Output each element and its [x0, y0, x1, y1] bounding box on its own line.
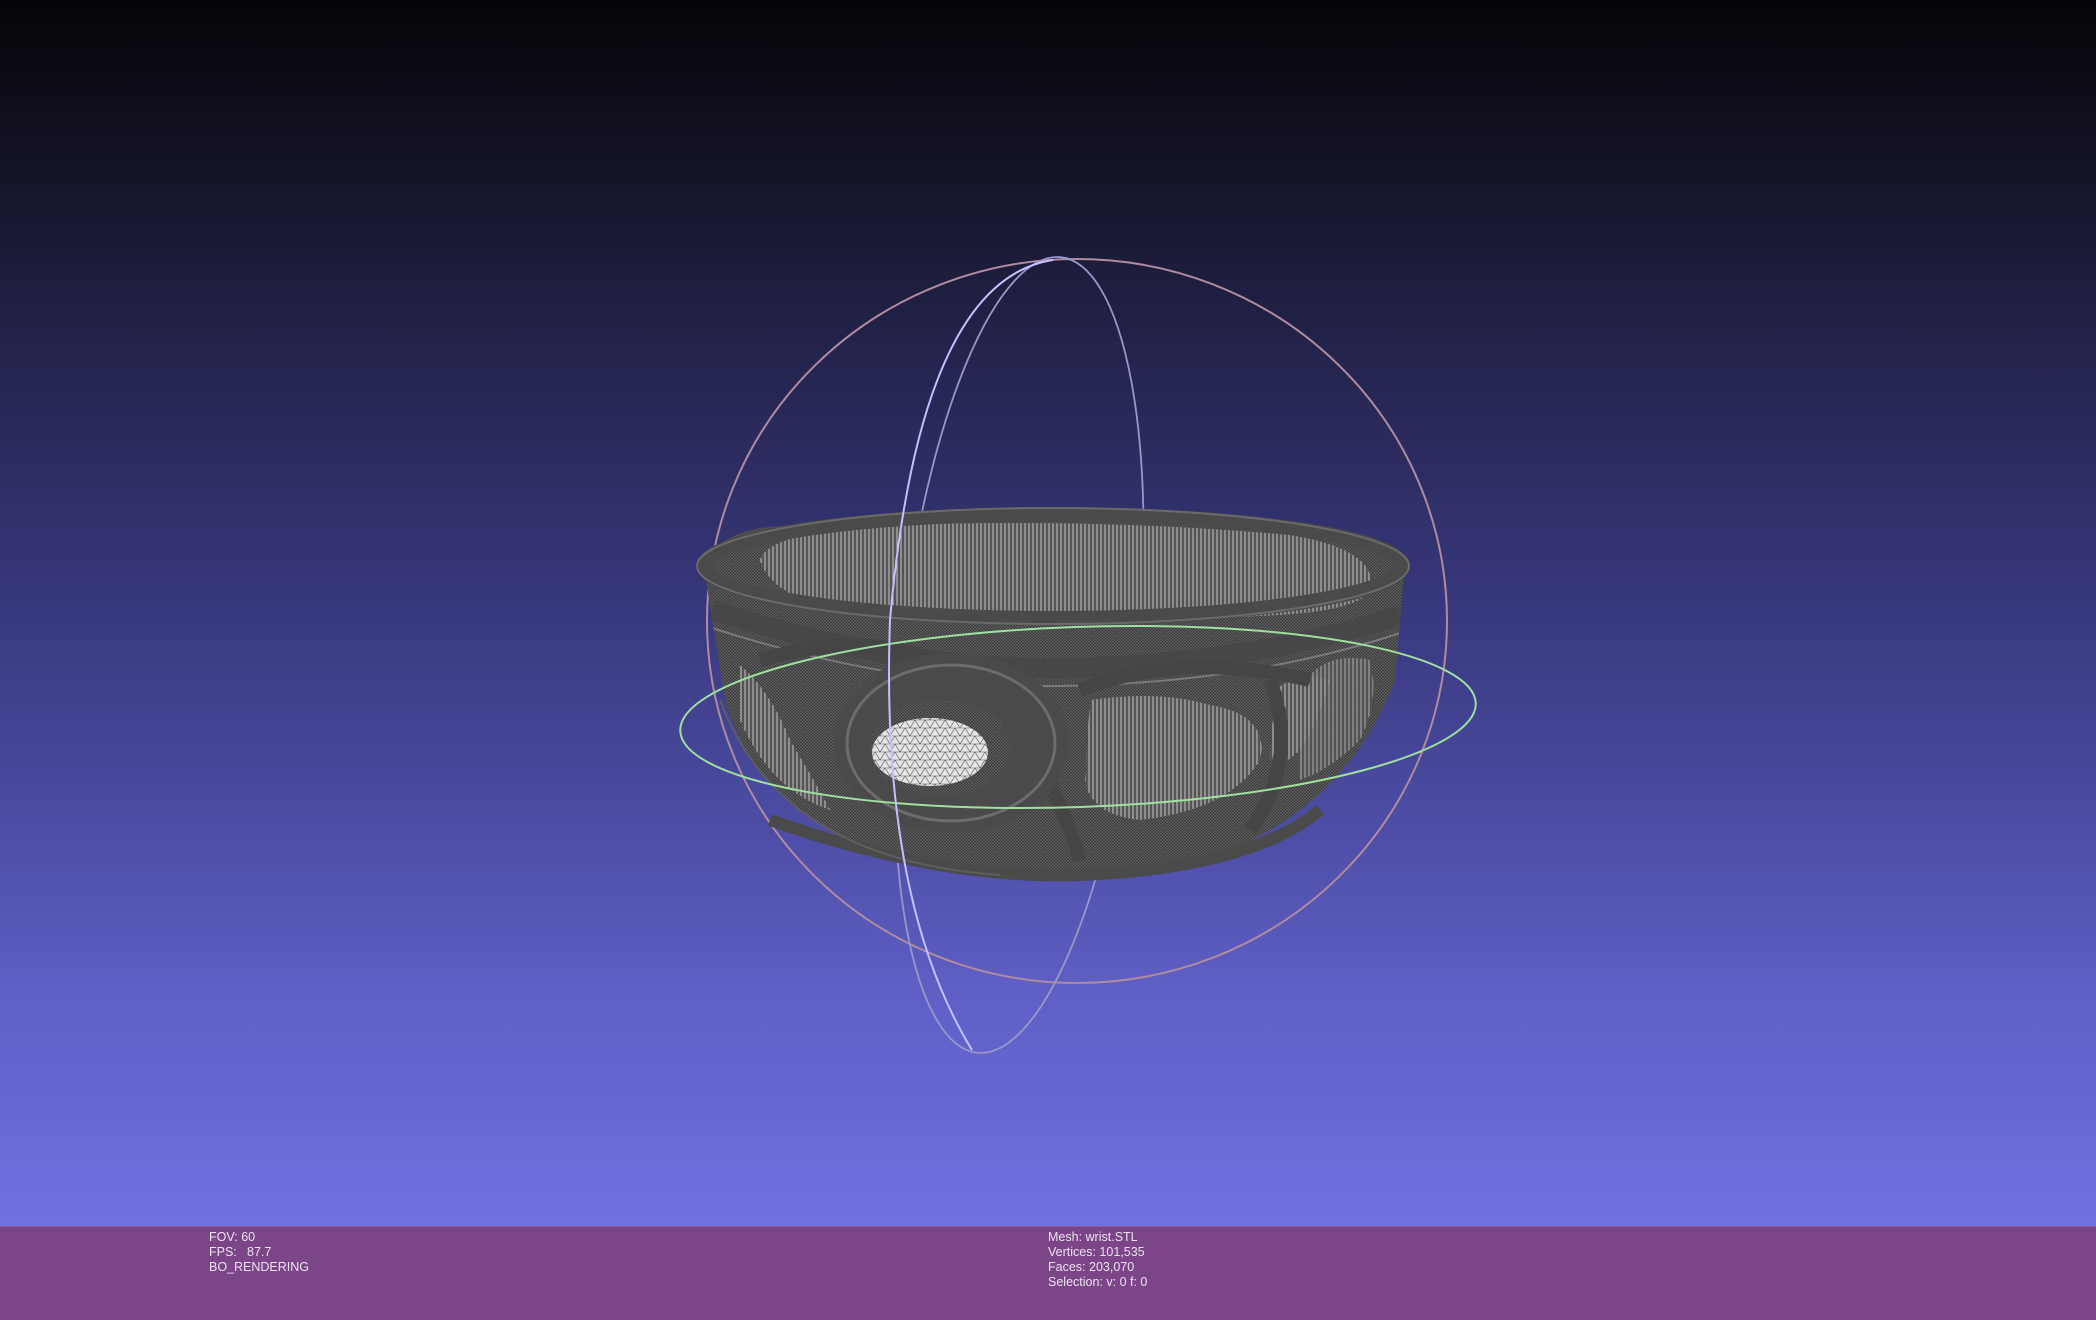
fov-value: 60	[241, 1230, 256, 1244]
faces-readout: Faces: 203,070	[1048, 1260, 1147, 1275]
fov-readout: FOV: 60	[209, 1230, 309, 1245]
mesh-name: wrist.STL	[1085, 1230, 1138, 1244]
mesh-info-panel: Mesh: wrist.STL Vertices: 101,535 Faces:…	[1048, 1230, 1147, 1290]
fps-label: FPS:	[209, 1245, 237, 1259]
view-info-panel: FOV: 60 FPS: 87.7 BO_RENDERING	[209, 1230, 309, 1275]
vertices-readout: Vertices: 101,535	[1048, 1245, 1147, 1260]
3d-viewport[interactable]	[0, 0, 2096, 1226]
vertices-label: Vertices:	[1048, 1245, 1096, 1259]
fps-value: 87.7	[247, 1245, 272, 1259]
selection-readout: Selection: v: 0 f: 0	[1048, 1275, 1147, 1290]
scene-canvas[interactable]	[0, 0, 2096, 1226]
render-mode: BO_RENDERING	[209, 1260, 310, 1274]
mesh-name-readout: Mesh: wrist.STL	[1048, 1230, 1147, 1245]
selection-label: Selection:	[1048, 1275, 1103, 1289]
faces-value: 203,070	[1089, 1260, 1135, 1274]
faces-label: Faces:	[1048, 1260, 1086, 1274]
fps-readout: FPS: 87.7	[209, 1245, 309, 1260]
info-bar: FOV: 60 FPS: 87.7 BO_RENDERING Mesh: wris…	[0, 1226, 2096, 1320]
selection-value: v: 0 f: 0	[1106, 1275, 1148, 1289]
mesh-label: Mesh:	[1048, 1230, 1083, 1244]
vertices-value: 101,535	[1099, 1245, 1145, 1259]
fov-label: FOV:	[209, 1230, 238, 1244]
mesh-wrist-model[interactable]	[696, 507, 1410, 882]
